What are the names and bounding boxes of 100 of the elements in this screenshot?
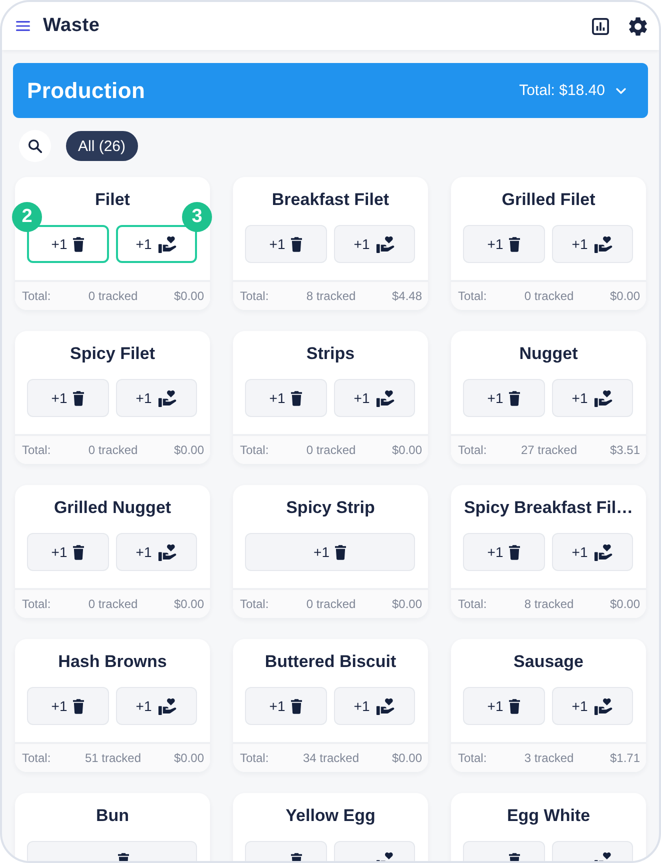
trash-icon: [73, 698, 84, 714]
trash-icon: [509, 390, 520, 406]
donate-button[interactable]: +1: [116, 533, 197, 571]
waste-button[interactable]: +1: [27, 225, 108, 263]
item-title: Nugget: [518, 343, 579, 365]
tracked-count: 0 tracked: [88, 443, 138, 457]
hand-heart-icon: [376, 390, 395, 406]
tracked-count: 0 tracked: [88, 289, 138, 303]
donate-button[interactable]: +1: [552, 533, 633, 571]
hand-heart-icon: [158, 544, 177, 560]
trash-icon: [335, 544, 346, 560]
item-title: Egg White: [506, 805, 592, 827]
tracked-count: 8 tracked: [306, 289, 356, 303]
donate-button[interactable]: +1: [116, 379, 197, 417]
chevron-down-icon[interactable]: [616, 88, 626, 94]
item-title: Spicy Breakfast Fil…: [462, 497, 634, 519]
trash-icon: [509, 544, 520, 560]
trash-icon: [291, 236, 302, 252]
tracked-count: 0 tracked: [306, 443, 356, 457]
waste-button[interactable]: +1: [245, 687, 326, 725]
hand-heart-icon: [158, 390, 177, 406]
total-amount: $0.00: [174, 289, 204, 303]
banner-title: Production: [27, 78, 146, 104]
search-icon: [28, 139, 42, 153]
total-label: Total:: [22, 443, 51, 457]
trash-icon: [291, 698, 302, 714]
total-amount: $0.00: [174, 751, 204, 765]
total-amount: $4.48: [392, 289, 422, 303]
total-label: Total:: [22, 597, 51, 611]
tracked-count: 3 tracked: [524, 751, 574, 765]
waste-button[interactable]: +1: [463, 225, 544, 263]
menu-icon[interactable]: [16, 21, 30, 31]
tracked-count: 0 tracked: [306, 597, 356, 611]
hand-heart-icon: [594, 698, 613, 714]
hand-heart-icon: [158, 236, 177, 252]
waste-button[interactable]: +1: [245, 533, 415, 571]
hand-heart-icon: [376, 236, 395, 252]
total-label: Total:: [22, 289, 51, 303]
waste-button[interactable]: +1: [463, 379, 544, 417]
donate-button[interactable]: +1: [334, 225, 415, 263]
donate-button[interactable]: +1: [552, 687, 633, 725]
donate-button[interactable]: +1: [116, 687, 197, 725]
item-title: Sausage: [512, 651, 584, 673]
total-amount: $0.00: [174, 443, 204, 457]
hand-heart-icon: [594, 236, 613, 252]
item-title: Breakfast Filet: [270, 189, 390, 211]
page-title: Waste: [43, 15, 100, 37]
item-title: Filet: [94, 189, 131, 211]
donate-button[interactable]: +1: [116, 225, 197, 263]
waste-button[interactable]: +1: [463, 687, 544, 725]
hand-heart-icon: [158, 698, 177, 714]
total-amount: $3.51: [610, 443, 640, 457]
total-amount: $0.00: [392, 443, 422, 457]
waste-button[interactable]: +1: [27, 687, 108, 725]
hand-heart-icon: [594, 390, 613, 406]
item-title: Buttered Biscuit: [264, 651, 398, 673]
total-amount: $1.71: [610, 751, 640, 765]
total-label: Total:: [240, 751, 269, 765]
waste-button[interactable]: +1: [27, 379, 108, 417]
search-button[interactable]: [19, 130, 51, 162]
filter-chip[interactable]: All (26): [66, 131, 138, 161]
trash-icon: [509, 698, 520, 714]
waste-button[interactable]: +1: [27, 533, 108, 571]
item-title: Bun: [94, 805, 130, 827]
waste-button[interactable]: +1: [245, 379, 326, 417]
hand-heart-icon: [376, 698, 395, 714]
item-title: Spicy Filet: [68, 343, 156, 365]
total-label: Total:: [22, 751, 51, 765]
item-title: Grilled Filet: [500, 189, 596, 211]
total-amount: $0.00: [610, 289, 640, 303]
donate-button[interactable]: +1: [552, 379, 633, 417]
total-label: Total:: [458, 289, 487, 303]
step-badge: 3: [182, 202, 212, 232]
total-amount: $0.00: [392, 597, 422, 611]
donate-button[interactable]: +1: [334, 379, 415, 417]
waste-button[interactable]: +1: [245, 225, 326, 263]
settings-icon[interactable]: [629, 16, 647, 36]
item-title: Hash Browns: [57, 651, 168, 673]
total-amount: $0.00: [610, 597, 640, 611]
total-label: Total:: [458, 597, 487, 611]
waste-button[interactable]: +1: [463, 533, 544, 571]
trash-icon: [291, 390, 302, 406]
step-badge: 2: [12, 202, 42, 232]
donate-button[interactable]: +1: [334, 687, 415, 725]
trash-icon: [73, 544, 84, 560]
donate-button[interactable]: +1: [552, 225, 633, 263]
item-title: Strips: [305, 343, 356, 365]
banner-total: Total: $18.40: [519, 82, 605, 99]
trash-icon: [73, 390, 84, 406]
tracked-count: 27 tracked: [520, 443, 578, 457]
total-amount: $0.00: [174, 597, 204, 611]
item-title: Grilled Nugget: [52, 497, 172, 519]
item-title: Spicy Strip: [285, 497, 376, 519]
bar-chart-icon[interactable]: [592, 18, 609, 34]
tracked-count: 34 tracked: [302, 751, 360, 765]
total-label: Total:: [240, 289, 269, 303]
hand-heart-icon: [594, 544, 613, 560]
tracked-count: 0 tracked: [524, 289, 574, 303]
item-title: Yellow Egg: [284, 805, 376, 827]
trash-icon: [73, 236, 84, 252]
